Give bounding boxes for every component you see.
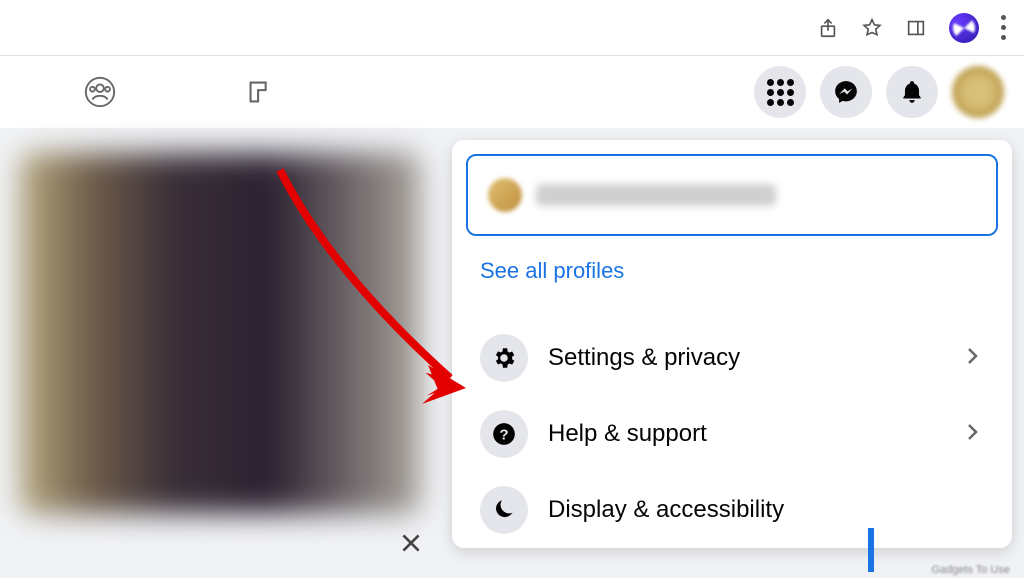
grid-icon: [767, 79, 794, 106]
browser-toolbar: [0, 0, 1024, 56]
app-navbar: [0, 56, 1024, 128]
messenger-button[interactable]: [820, 66, 872, 118]
watermark-text: Gadgets To Use: [931, 564, 1010, 576]
chevron-right-icon: [960, 344, 984, 373]
see-all-profiles-link[interactable]: See all profiles: [466, 236, 998, 304]
chevron-right-icon: [960, 420, 984, 449]
star-icon[interactable]: [861, 17, 883, 39]
close-icon[interactable]: [398, 530, 424, 561]
account-avatar[interactable]: [952, 66, 1004, 118]
menu-item-display-accessibility[interactable]: Display & accessibility: [474, 472, 990, 548]
messenger-icon: [833, 79, 859, 105]
profile-name-blurred: [536, 184, 776, 206]
menu-item-label: Display & accessibility: [548, 496, 984, 524]
share-icon[interactable]: [817, 17, 839, 39]
menu-item-label: Help & support: [548, 420, 940, 448]
menu-item-label: Settings & privacy: [548, 344, 940, 372]
profile-card[interactable]: [466, 154, 998, 236]
kebab-menu-icon[interactable]: [1001, 15, 1006, 40]
profile-avatar: [488, 178, 522, 212]
tab-gaming[interactable]: [180, 75, 340, 109]
notifications-button[interactable]: [886, 66, 938, 118]
gear-icon: [480, 334, 528, 382]
text-cursor: [868, 528, 874, 572]
menu-item-help-support[interactable]: ? Help & support: [474, 396, 990, 472]
menu-button[interactable]: [754, 66, 806, 118]
menu-item-settings-privacy[interactable]: Settings & privacy: [474, 320, 990, 396]
panel-icon[interactable]: [905, 17, 927, 39]
browser-profile-avatar[interactable]: [949, 13, 979, 43]
tab-groups[interactable]: [20, 75, 180, 109]
moon-icon: [480, 486, 528, 534]
bell-icon: [899, 79, 925, 105]
stories-preview[interactable]: [20, 153, 420, 513]
svg-text:?: ?: [499, 426, 508, 443]
question-icon: ?: [480, 410, 528, 458]
account-dropdown: See all profiles Settings & privacy ? He…: [452, 140, 1012, 548]
account-menu-list: Settings & privacy ? Help & support Disp…: [466, 304, 998, 548]
